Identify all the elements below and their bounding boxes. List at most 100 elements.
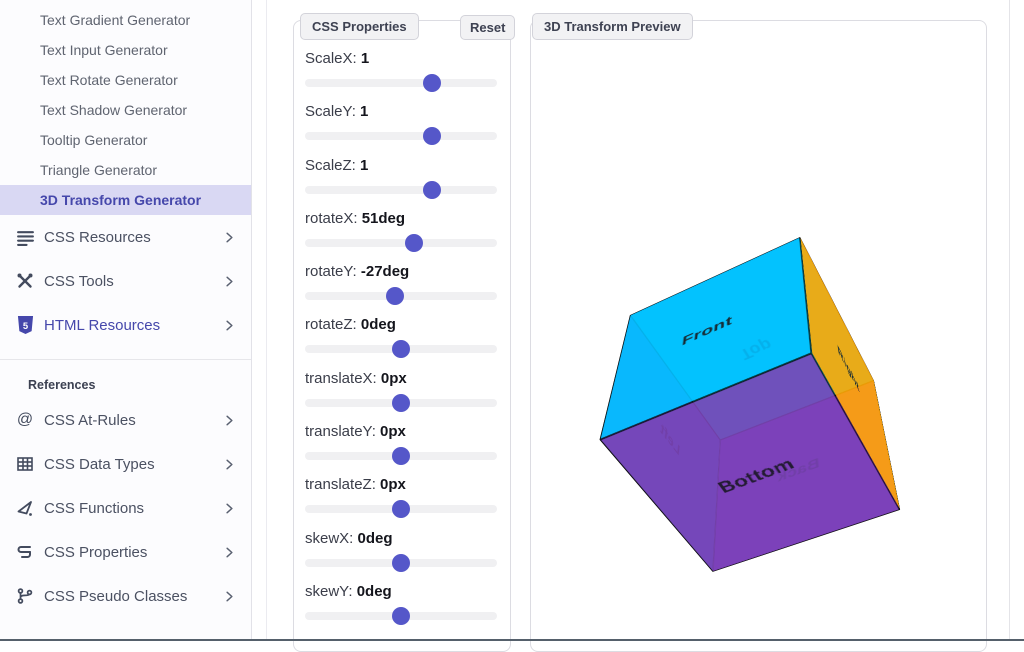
rotatex-slider-thumb[interactable] [405, 234, 423, 252]
skewy-slider[interactable] [305, 612, 497, 620]
scalez-value-label: ScaleZ: 1 [305, 157, 497, 177]
scaley-value-label: ScaleY: 1 [305, 103, 497, 123]
sidebar-item-text-shadow-generator[interactable]: Text Shadow Generator [0, 95, 251, 125]
sidebar-divider [0, 359, 251, 360]
sidebar-reference-label: CSS At-Rules [44, 412, 222, 429]
transform-preview-cube: FrontBackRightLeftTopBottom [661, 314, 860, 511]
rotatey-value-label: rotateY: -27deg [305, 263, 497, 283]
rotatey-slider-thumb[interactable] [386, 287, 404, 305]
slider-row-rotatey: rotateY: -27deg [305, 263, 497, 316]
sidebar-reference-css-pseudo-classes[interactable]: CSS Pseudo Classes [0, 574, 251, 618]
chevron-right-icon [222, 274, 237, 289]
skewx-slider[interactable] [305, 559, 497, 567]
sidebar-item-tooltip-generator[interactable]: Tooltip Generator [0, 125, 251, 155]
sidebar-reference-css-properties[interactable]: CSS Properties [0, 530, 251, 574]
sidebar: Text Gradient GeneratorText Input Genera… [0, 0, 252, 639]
slider-row-translatez: translateZ: 0px [305, 476, 497, 529]
sidebar-reference-label: CSS Data Types [44, 456, 222, 473]
rotatez-slider[interactable] [305, 345, 497, 353]
chevron-right-icon [222, 413, 237, 428]
generator-list: Text Gradient GeneratorText Input Genera… [0, 0, 251, 215]
sidebar-section-label: CSS Tools [44, 273, 222, 290]
rotatez-value-label: rotateZ: 0deg [305, 316, 497, 336]
sidebar-section-css-resources[interactable]: CSS Resources [0, 215, 251, 259]
slider-row-skewx: skewX: 0deg [305, 530, 497, 583]
sidebar-item-text-rotate-generator[interactable]: Text Rotate Generator [0, 65, 251, 95]
slider-row-scalez: ScaleZ: 1 [305, 157, 497, 210]
references-title: References [28, 378, 251, 392]
slider-row-scalex: ScaleX: 1 [305, 50, 497, 103]
translatey-slider-thumb[interactable] [392, 447, 410, 465]
section-list: CSS Resources CSS Tools 5 HTML Resources [0, 215, 251, 347]
skewx-value-label: skewX: 0deg [305, 530, 497, 550]
slider-row-scaley: ScaleY: 1 [305, 103, 497, 156]
preview-tab: 3D Transform Preview [532, 13, 693, 40]
sidebar-reference-css-data-types[interactable]: CSS Data Types [0, 442, 251, 486]
rotatex-value-label: rotateX: 51deg [305, 210, 497, 230]
sidebar-item-text-gradient-generator[interactable]: Text Gradient Generator [0, 5, 251, 35]
skewy-value-label: skewY: 0deg [305, 583, 497, 603]
scaley-slider-thumb[interactable] [423, 127, 441, 145]
translatey-value-label: translateY: 0px [305, 423, 497, 443]
sidebar-section-label: CSS Resources [44, 229, 222, 246]
translatex-slider[interactable] [305, 399, 497, 407]
rotatez-slider-thumb[interactable] [392, 340, 410, 358]
sidebar-section-label: HTML Resources [44, 317, 222, 334]
cube-face-label: Bottom [714, 454, 798, 497]
skewx-slider-thumb[interactable] [392, 554, 410, 572]
slider-list: ScaleX: 1 ScaleY: 1 ScaleZ: 1 rotateX: 51de… [305, 50, 497, 636]
chevron-right-icon [222, 545, 237, 560]
sidebar-reference-label: CSS Pseudo Classes [44, 588, 222, 605]
sidebar-reference-label: CSS Properties [44, 544, 222, 561]
scalex-slider[interactable] [305, 79, 497, 87]
functions-icon [14, 499, 36, 517]
sidebar-section-css-tools[interactable]: CSS Tools [0, 259, 251, 303]
css-properties-tab: CSS Properties [300, 13, 419, 40]
scalez-slider[interactable] [305, 186, 497, 194]
cube-face-label: Front [681, 313, 733, 349]
preview-panel: FrontBackRightLeftTopBottom [530, 20, 987, 652]
translatez-value-label: translateZ: 0px [305, 476, 497, 496]
sidebar-section-html-resources[interactable]: 5 HTML Resources [0, 303, 251, 347]
chevron-right-icon [222, 501, 237, 516]
sidebar-item-text-input-generator[interactable]: Text Input Generator [0, 35, 251, 65]
table-icon [14, 455, 36, 473]
translatex-slider-thumb[interactable] [392, 394, 410, 412]
scalex-slider-thumb[interactable] [423, 74, 441, 92]
scalez-slider-thumb[interactable] [423, 181, 441, 199]
translatez-slider[interactable] [305, 505, 497, 513]
list-icon [14, 228, 36, 247]
slider-row-skewy: skewY: 0deg [305, 583, 497, 636]
transform-preview-scene: FrontBackRightLeftTopBottom [656, 306, 856, 506]
sidebar-item-triangle-generator[interactable]: Triangle Generator [0, 155, 251, 185]
scaley-slider[interactable] [305, 132, 497, 140]
cube-face-label: Right [837, 342, 861, 396]
slider-row-translatey: translateY: 0px [305, 423, 497, 476]
chevron-right-icon [222, 230, 237, 245]
scalex-value-label: ScaleX: 1 [305, 50, 497, 70]
tools-icon [14, 272, 36, 290]
chevron-right-icon [222, 318, 237, 333]
content-left-divider [266, 0, 267, 639]
html5-icon: 5 [14, 316, 36, 335]
slider-row-rotatez: rotateZ: 0deg [305, 316, 497, 369]
css-icon [14, 543, 36, 561]
chevron-right-icon [222, 457, 237, 472]
references-list: @ CSS At-Rules CSS Data Types CSS Functions… [0, 398, 251, 618]
sidebar-reference-css-functions[interactable]: CSS Functions [0, 486, 251, 530]
sidebar-reference-css-at-rules[interactable]: @ CSS At-Rules [0, 398, 251, 442]
translatey-slider[interactable] [305, 452, 497, 460]
translatez-slider-thumb[interactable] [392, 500, 410, 518]
slider-row-translatex: translateX: 0px [305, 370, 497, 423]
translatex-value-label: translateX: 0px [305, 370, 497, 390]
rotatey-slider[interactable] [305, 292, 497, 300]
reset-button[interactable]: Reset [460, 15, 515, 40]
scrollbar-track[interactable] [1009, 0, 1010, 641]
sidebar-item-3d-transform-generator[interactable]: 3D Transform Generator [0, 185, 251, 215]
svg-text:5: 5 [22, 320, 27, 331]
at-icon: @ [14, 412, 36, 428]
slider-row-rotatex: rotateX: 51deg [305, 210, 497, 263]
skewy-slider-thumb[interactable] [392, 607, 410, 625]
rotatex-slider[interactable] [305, 239, 497, 247]
chevron-right-icon [222, 589, 237, 604]
